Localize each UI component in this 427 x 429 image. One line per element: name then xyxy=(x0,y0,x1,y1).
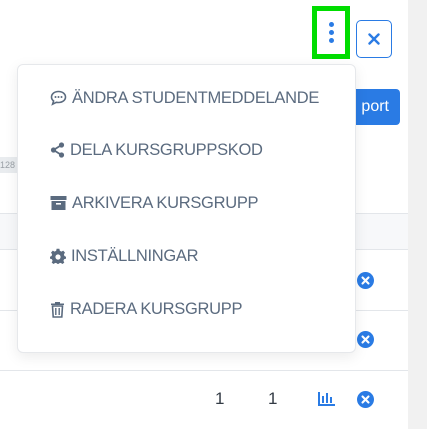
gear-icon xyxy=(50,248,66,264)
close-button[interactable] xyxy=(356,20,392,58)
share-icon xyxy=(50,142,65,158)
kebab-vertical-icon xyxy=(317,11,345,54)
options-dropdown-menu: ÄNDRA STUDENTMEDDELANDE DELA KURSGRUPPSK… xyxy=(17,64,356,353)
row-count-a: 1 xyxy=(215,389,225,408)
menu-item-edit-student-message[interactable]: ÄNDRA STUDENTMEDDELANDE xyxy=(50,87,319,109)
menu-item-label: ARKIVERA KURSGRUPP xyxy=(72,193,259,212)
menu-item-label: RADERA KURSGRUPP xyxy=(70,299,243,318)
row-count-b: 1 xyxy=(268,389,278,408)
page-scrollbar[interactable] xyxy=(408,0,427,429)
speech-bubble-icon xyxy=(50,90,67,106)
more-options-button[interactable] xyxy=(312,6,350,59)
student-count-tag: 128 xyxy=(0,157,18,173)
menu-item-share-course-code[interactable]: DELA KURSGRUPPSKOD xyxy=(50,139,263,161)
menu-item-label: DELA KURSGRUPPSKOD xyxy=(70,140,263,159)
trash-icon xyxy=(51,301,64,318)
table-divider xyxy=(0,370,408,371)
menu-item-label: INSTÄLLNINGAR xyxy=(71,246,199,265)
bar-chart-icon[interactable] xyxy=(318,391,336,406)
menu-item-delete-course-group[interactable]: RADERA KURSGRUPP xyxy=(50,298,242,320)
export-button-label: port xyxy=(361,98,389,115)
remove-circle-icon[interactable] xyxy=(357,331,374,348)
menu-item-label: ÄNDRA STUDENTMEDDELANDE xyxy=(72,88,320,107)
menu-item-archive-course-group[interactable]: ARKIVERA KURSGRUPP xyxy=(50,192,259,214)
remove-circle-icon[interactable] xyxy=(357,391,374,408)
close-x-icon xyxy=(368,33,380,45)
archive-icon xyxy=(50,196,67,210)
remove-circle-icon[interactable] xyxy=(357,272,374,289)
menu-item-settings[interactable]: INSTÄLLNINGAR xyxy=(50,245,199,267)
